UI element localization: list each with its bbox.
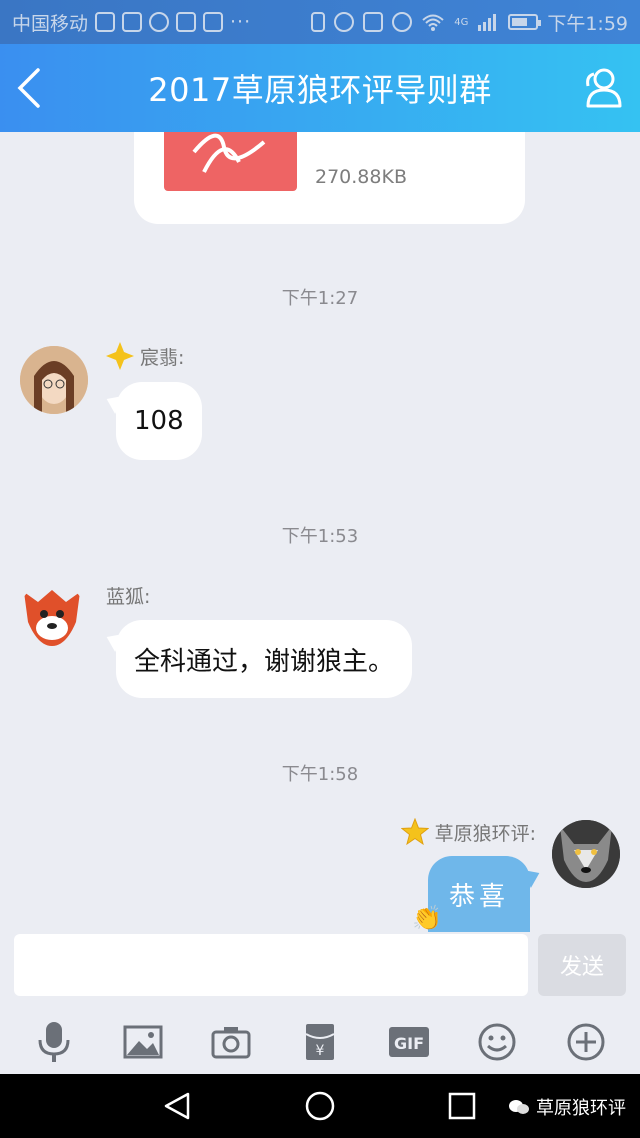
news-notification-icon [122, 12, 143, 32]
back-button[interactable] [16, 66, 56, 110]
input-row: 发送 [0, 932, 640, 1010]
message-bubble[interactable]: 108 [116, 382, 202, 460]
alarm-icon [334, 12, 355, 32]
clock-label: 下午1:59 [547, 12, 628, 35]
group-members-button[interactable] [578, 64, 626, 112]
avatar[interactable] [552, 820, 620, 888]
carrier-label: 中国移动 [12, 12, 89, 35]
download-notification-icon [203, 12, 224, 32]
member-badge-icon [106, 342, 134, 370]
send-button[interactable]: 发送 [538, 934, 626, 996]
signal-icon [478, 14, 497, 31]
more-button[interactable] [564, 1020, 608, 1064]
sender-name: 宸翡: [106, 342, 184, 370]
status-bar: 中国移动 ··· 4G 下午1:59 [0, 0, 640, 44]
wechat-icon [509, 1100, 529, 1114]
chat-header: 2017草原狼环评导则群 [0, 44, 640, 132]
wifi-icon [422, 14, 444, 31]
group-title: 2017草原狼环评导则群 [148, 71, 492, 109]
avatar[interactable] [20, 346, 88, 414]
message-bubble[interactable]: 全科通过，谢谢狼主。 [116, 620, 413, 698]
nav-home-button[interactable] [304, 1090, 336, 1122]
clap-emoji-icon: 👏 [412, 904, 442, 932]
camera-icon [211, 1027, 251, 1059]
svg-text:¥: ¥ [316, 1043, 325, 1059]
battery-icon [508, 14, 542, 30]
circle-home-icon [305, 1091, 335, 1121]
pdf-file-icon [164, 132, 297, 191]
sender-name: 蓝狐: [106, 586, 151, 608]
vibrate-icon [311, 12, 326, 32]
timestamp: 下午1:53 [281, 526, 359, 547]
svg-text:GIF: GIF [394, 1034, 424, 1053]
square-recents-icon [448, 1092, 476, 1120]
watermark: 草原狼环评 [508, 1094, 626, 1120]
nav-back-button[interactable] [162, 1090, 194, 1122]
microphone-icon [38, 1022, 70, 1062]
voice-button[interactable] [32, 1020, 76, 1064]
shop-notification-icon [176, 12, 197, 32]
chat-messages[interactable]: 270.88KB 下午1:27 宸翡: 108 下午1:53 蓝狐: 全科通过，… [0, 132, 640, 932]
red-packet-icon: ¥ [305, 1024, 335, 1060]
avatar[interactable] [18, 582, 86, 650]
emoji-button[interactable] [475, 1020, 519, 1064]
plus-circle-icon [567, 1023, 605, 1061]
user-profile-icon [586, 68, 622, 108]
camera-button[interactable] [209, 1020, 253, 1064]
emoji-icon [478, 1023, 516, 1061]
file-size-label: 270.88KB [315, 166, 407, 188]
member-badge-icon [400, 818, 429, 846]
more-notifications-label: ··· [230, 11, 252, 33]
system-navigation-bar: 草原狼环评 [0, 1074, 640, 1138]
image-button[interactable] [121, 1020, 165, 1064]
sender-name: 草原狼环评: [400, 818, 536, 846]
gif-icon: GIF [388, 1027, 429, 1057]
image-icon [123, 1025, 163, 1059]
timestamp: 下午1:58 [281, 764, 359, 785]
network-type-label: 4G [454, 16, 469, 28]
red-packet-button[interactable]: ¥ [298, 1020, 342, 1064]
back-arrow-icon [17, 68, 40, 108]
nav-recents-button[interactable] [446, 1090, 478, 1122]
timestamp: 下午1:27 [281, 288, 359, 309]
message-notification-icon [149, 12, 170, 32]
hd-icon [363, 12, 384, 32]
message-input[interactable] [14, 934, 528, 996]
app-notification-icon [95, 12, 116, 32]
gif-button[interactable]: GIF [387, 1020, 431, 1064]
input-toolbar: ¥ GIF [0, 1010, 640, 1074]
file-message[interactable]: 270.88KB [134, 132, 525, 224]
triangle-back-icon [164, 1092, 190, 1120]
sticker-bubble[interactable]: 恭喜 [428, 856, 530, 932]
eye-comfort-icon [392, 12, 413, 32]
